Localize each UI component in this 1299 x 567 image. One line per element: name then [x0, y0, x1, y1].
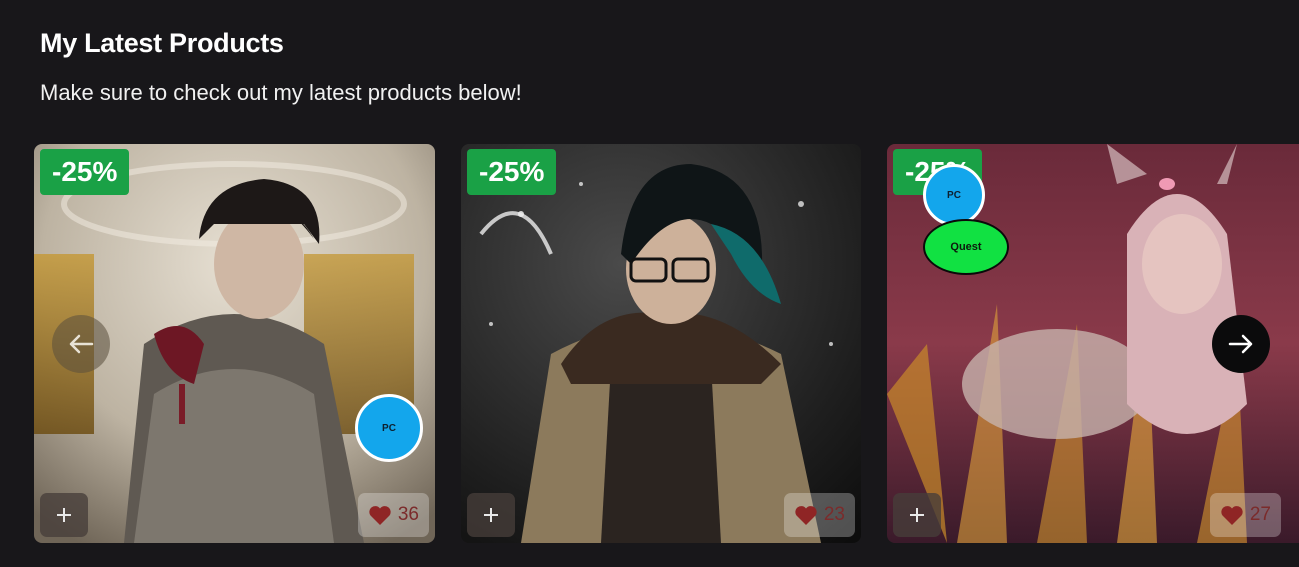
heart-icon: [369, 505, 391, 525]
like-count: 23: [823, 504, 845, 525]
like-button[interactable]: 36: [357, 493, 429, 537]
discount-badge: -25%: [40, 149, 130, 195]
quest-platform-badge: Quest: [923, 219, 1009, 275]
product-image[interactable]: [461, 144, 861, 543]
section-subtitle: Make sure to check out my latest product…: [40, 80, 522, 105]
add-to-cart-button[interactable]: [893, 493, 941, 537]
add-to-cart-button[interactable]: [40, 493, 88, 537]
arrow-left-icon: [69, 334, 94, 354]
carousel-next-button[interactable]: [1212, 315, 1270, 373]
pc-platform-badge: PC: [923, 164, 985, 226]
arrow-right-icon: [1228, 334, 1253, 354]
product-card[interactable]: -25% 23: [461, 144, 861, 543]
discount-badge: -25%: [467, 149, 557, 195]
like-button[interactable]: 23: [783, 493, 855, 537]
heart-icon: [795, 505, 817, 525]
like-count: 27: [1249, 504, 1271, 525]
carousel-prev-button[interactable]: [52, 315, 110, 373]
like-button[interactable]: 27: [1209, 493, 1281, 537]
plus-icon: [910, 508, 924, 522]
section-title: My Latest Products: [40, 28, 284, 58]
latest-products-section: My Latest Products Make sure to check ou…: [0, 0, 1299, 567]
like-count: 36: [397, 504, 419, 525]
heart-icon: [1221, 505, 1243, 525]
pc-platform-badge: PC: [355, 394, 423, 462]
add-to-cart-button[interactable]: [467, 493, 515, 537]
plus-icon: [484, 508, 498, 522]
plus-icon: [57, 508, 71, 522]
